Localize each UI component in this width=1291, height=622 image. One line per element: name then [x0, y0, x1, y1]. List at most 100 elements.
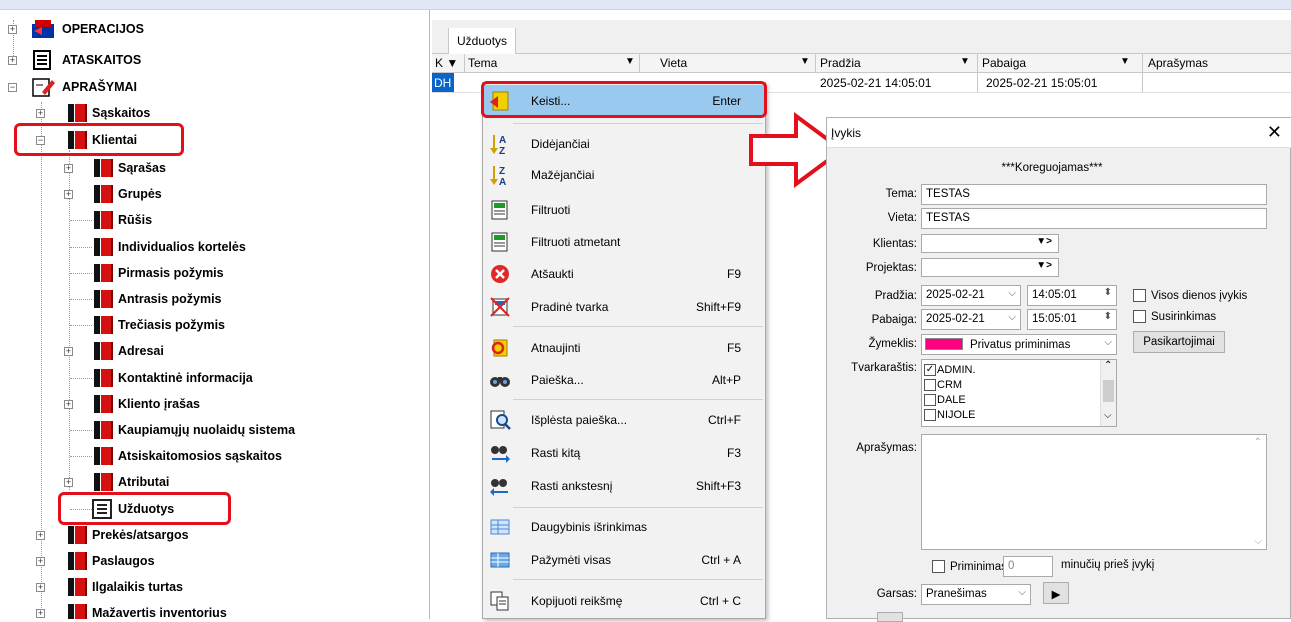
reminder-minutes-input[interactable]: 0	[1003, 556, 1053, 577]
tree-item-pirmasis-pozymis[interactable]: Pirmasis požymis	[64, 260, 224, 286]
spinner-icon[interactable]: ⬍	[1104, 311, 1112, 322]
collapse-icon[interactable]: −	[8, 83, 17, 92]
color-swatch	[925, 338, 963, 350]
tab-uzduotys[interactable]: Užduotys	[448, 28, 517, 54]
dialog-button-partial[interactable]	[877, 612, 903, 622]
tree-item-mazavertis-inventorius[interactable]: + Mažavertis inventorius	[36, 600, 227, 619]
schedule-item[interactable]: NIJOLE	[924, 407, 976, 422]
expand-icon[interactable]: +	[36, 609, 45, 618]
expand-icon[interactable]: +	[8, 56, 17, 65]
close-icon[interactable]: ✕	[1267, 122, 1282, 143]
expand-icon[interactable]: +	[64, 164, 73, 173]
expand-icon[interactable]: +	[64, 190, 73, 200]
schedule-checkbox[interactable]	[924, 378, 936, 391]
tree-item-antrasis-pozymis[interactable]: Antrasis požymis	[64, 286, 222, 312]
menu-item-paieska[interactable]: Paieška... Alt+P	[483, 364, 765, 395]
tree-item-paslaugos[interactable]: + Paslaugos	[36, 548, 155, 574]
chevron-down-icon[interactable]: ⌵	[1254, 536, 1262, 547]
expand-icon[interactable]: +	[36, 583, 45, 592]
expand-icon[interactable]: +	[8, 25, 17, 34]
schedule-item[interactable]: ✓ ADMIN.	[924, 362, 976, 377]
menu-item-rasti-ankstesni[interactable]: Rasti ankstesnį Shift+F3	[483, 470, 765, 501]
menu-item-atnaujinti[interactable]: Atnaujinti F5	[483, 332, 765, 363]
zymeklis-select[interactable]: Privatus priminimas ⌵	[921, 334, 1117, 355]
meeting-checkbox[interactable]	[1133, 310, 1146, 323]
pabaiga-time-input[interactable]: 15:05:01 ⬍	[1027, 309, 1117, 330]
expand-icon[interactable]: +	[36, 531, 45, 540]
tree-item-kontaktine-informacija[interactable]: Kontaktinė informacija	[64, 365, 253, 391]
play-button[interactable]: ▶	[1043, 582, 1069, 604]
all-day-checkbox[interactable]	[1133, 289, 1146, 302]
pabaiga-date-input[interactable]: 2025-02-21 ⌵	[921, 309, 1021, 330]
chevron-up-icon[interactable]: ⌃	[1104, 360, 1112, 371]
tree-item-operacijos[interactable]: + OPERACIJOS	[8, 16, 144, 42]
expand-icon[interactable]: +	[36, 557, 45, 566]
pradzia-date-input[interactable]: 2025-02-21 ⌵	[921, 285, 1021, 306]
tree-item-ataskaitos[interactable]: + ATASKAITOS	[8, 47, 141, 73]
column-header-pabaiga[interactable]: Pabaiga	[982, 56, 1026, 70]
repeat-button[interactable]: Pasikartojimai	[1133, 331, 1225, 353]
scrollbar-thumb[interactable]	[1103, 380, 1114, 402]
expand-icon[interactable]: +	[64, 347, 73, 357]
aprasymas-textarea[interactable]: ⌃ ⌵	[921, 434, 1267, 550]
garsas-select[interactable]: Pranešimas ⌵	[921, 584, 1031, 605]
menu-item-didejanciai[interactable]: AZ Didėjančiai	[483, 128, 765, 159]
menu-item-pradine-tvarka[interactable]: Pradinė tvarka Shift+F9	[483, 291, 765, 322]
menu-item-atsaukti[interactable]: Atšaukti F9	[483, 258, 765, 289]
chevron-down-icon[interactable]: ⌵	[1018, 587, 1026, 598]
menu-item-mazejanciai[interactable]: ZA Mažėjančiai	[483, 159, 765, 190]
filter-dropdown-icon[interactable]: ▼	[960, 56, 970, 67]
filter-dropdown-icon[interactable]: ▼	[1120, 56, 1130, 67]
vieta-input[interactable]: TESTAS	[921, 208, 1267, 229]
tema-input[interactable]: TESTAS	[921, 184, 1267, 205]
reminder-checkbox[interactable]	[932, 560, 945, 573]
menu-item-kopijuoti-reiksme[interactable]: Kopijuoti reikšmę Ctrl + C	[483, 585, 765, 616]
dropdown-arrows-icon[interactable]: ▼>	[1036, 236, 1052, 247]
pradzia-time-input[interactable]: 14:05:01 ⬍	[1027, 285, 1117, 306]
menu-item-filtruoti[interactable]: Filtruoti	[483, 194, 765, 225]
column-header-aprasymas[interactable]: Aprašymas	[1148, 56, 1208, 70]
schedule-checkbox[interactable]	[924, 408, 936, 421]
menu-item-isplesta-paieska[interactable]: Išplėsta paieška... Ctrl+F	[483, 404, 765, 435]
tree-item-adresai[interactable]: + Adresai	[64, 338, 164, 364]
menu-item-pazymeti-visas[interactable]: Pažymėti visas Ctrl + A	[483, 544, 765, 575]
chevron-down-icon[interactable]: ⌵	[1008, 288, 1016, 299]
column-header-tema[interactable]: Tema	[468, 56, 497, 70]
menu-item-rasti-kita[interactable]: Rasti kitą F3	[483, 437, 765, 468]
projektas-select[interactable]: ▼>	[921, 258, 1059, 277]
tree-item-individualios-korteles[interactable]: Individualios kortelės	[64, 234, 246, 260]
tree-item-rusis[interactable]: Rūšis	[64, 207, 152, 233]
tree-item-aprasymai[interactable]: − APRAŠYMAI	[8, 74, 137, 100]
spinner-icon[interactable]: ⬍	[1104, 287, 1112, 298]
scrollbar[interactable]: ⌃ ⌵	[1100, 360, 1116, 426]
expand-icon[interactable]: +	[64, 478, 73, 488]
menu-item-daugybinis-isrinkimas[interactable]: Daugybinis išrinkimas	[483, 511, 765, 542]
tree-item-sarasas[interactable]: + Sąrašas	[64, 155, 166, 181]
dropdown-arrows-icon[interactable]: ▼>	[1036, 260, 1052, 271]
tree-item-treciasis-pozymis[interactable]: Trečiasis požymis	[64, 312, 225, 338]
tree-item-ilgalaikis-turtas[interactable]: + Ilgalaikis turtas	[36, 574, 183, 600]
column-header-vieta[interactable]: Vieta	[660, 56, 687, 70]
chevron-down-icon[interactable]: ⌵	[1008, 312, 1016, 323]
schedule-checkbox[interactable]	[924, 393, 936, 406]
schedule-item[interactable]: CRM	[924, 377, 962, 392]
tree-item-prekes-atsargos[interactable]: + Prekės/atsargos	[36, 522, 189, 548]
expand-icon[interactable]: +	[36, 109, 45, 118]
filter-dropdown-icon[interactable]: ▼	[800, 56, 810, 67]
schedule-item[interactable]: DALE	[924, 392, 966, 407]
menu-item-filtruoti-atmetant[interactable]: Filtruoti atmetant	[483, 226, 765, 257]
schedule-checkbox[interactable]: ✓	[924, 363, 936, 376]
tree-item-atsiskaitomosios-saskaitos[interactable]: Atsiskaitomosios sąskaitos	[64, 443, 282, 469]
tree-item-kliento-irasas[interactable]: + Kliento įrašas	[64, 391, 200, 417]
chevron-up-icon[interactable]: ⌃	[1254, 437, 1262, 448]
column-header-k[interactable]: K ▼	[435, 56, 458, 70]
column-header-pradzia[interactable]: Pradžia	[820, 56, 861, 70]
klientas-select[interactable]: ▼>	[921, 234, 1059, 253]
tree-item-grupes[interactable]: + Grupės	[64, 181, 162, 207]
filter-dropdown-icon[interactable]: ▼	[625, 56, 635, 67]
expand-icon[interactable]: +	[64, 399, 73, 409]
chevron-down-icon[interactable]: ⌵	[1104, 337, 1112, 348]
chevron-down-icon[interactable]: ⌵	[1104, 410, 1112, 421]
tree-item-kaupiamuju-nuolaidu-sistema[interactable]: Kaupiamųjų nuolaidų sistema	[64, 417, 295, 443]
schedule-list[interactable]: ✓ ADMIN. CRM DALE NIJOLE ⌃ ⌵	[921, 359, 1117, 427]
